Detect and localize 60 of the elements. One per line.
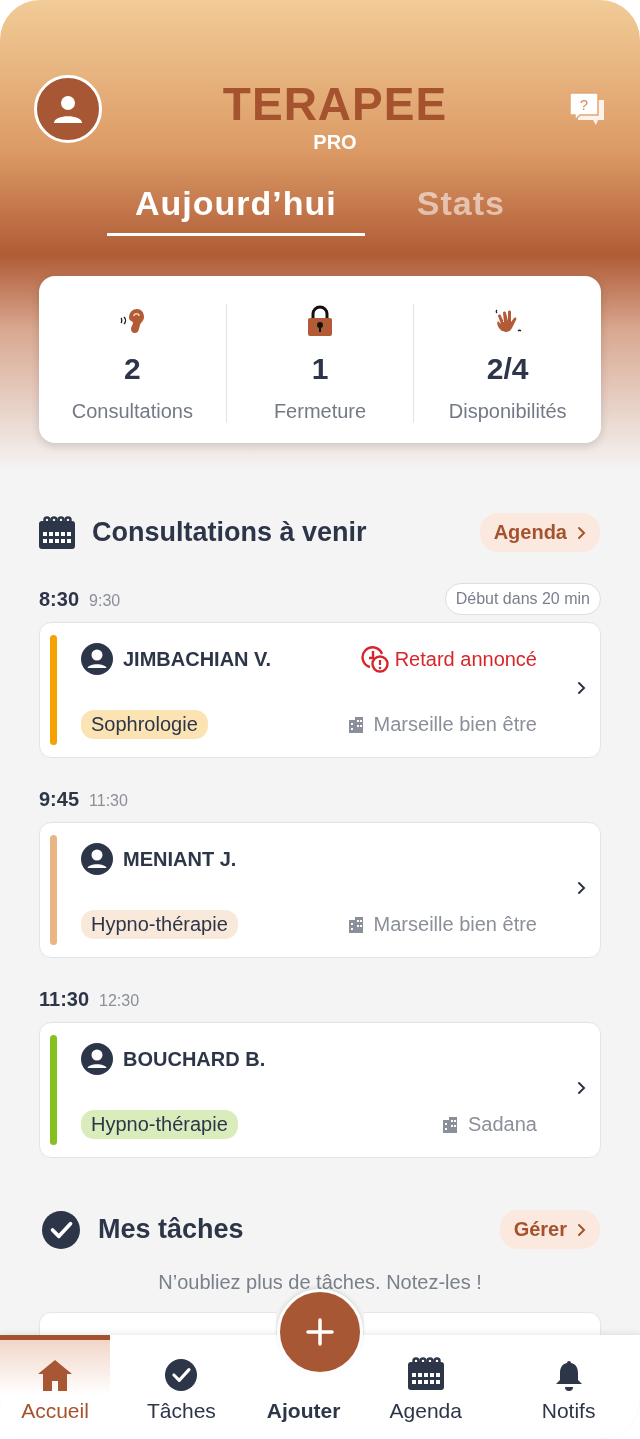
- home-icon: [37, 1359, 73, 1391]
- clock-alert-icon: [360, 645, 389, 673]
- location: Sadana: [468, 1113, 537, 1136]
- appointment-card[interactable]: JIMBACHIAN V. Retard annoncé Sophrologie Marseille bien être: [39, 622, 601, 758]
- start-time: 9:45: [39, 787, 80, 811]
- patient-name: BOUCHARD B.: [123, 1047, 266, 1071]
- bell-icon: [554, 1359, 583, 1391]
- therapy-tag: Hypno-thérapie: [81, 910, 238, 939]
- building-icon: [442, 1116, 459, 1133]
- chevron-icon: [577, 1222, 586, 1237]
- location: Marseille bien être: [373, 913, 537, 936]
- end-time: 12:30: [99, 991, 140, 1010]
- stat-value: 1: [311, 352, 329, 386]
- check-circle-icon: [165, 1359, 198, 1391]
- person-icon: [81, 1043, 113, 1075]
- location: Marseille bien être: [373, 713, 537, 736]
- calendar-icon: [38, 515, 76, 550]
- check-circle-icon: [42, 1210, 80, 1249]
- chevron-icon: [577, 525, 586, 540]
- section-title: Mes tâches: [98, 1214, 244, 1245]
- patient-name: JIMBACHIAN V.: [123, 647, 272, 671]
- nav-tab[interactable]: Tâches: [110, 1335, 253, 1439]
- waving-hand-icon: [493, 307, 522, 335]
- person-icon: [81, 643, 113, 675]
- lock-icon: [307, 305, 333, 337]
- chevron-icon: [577, 1081, 586, 1095]
- end-time: 9:30: [89, 591, 121, 610]
- stat-label: Disponibilités: [448, 400, 567, 423]
- nav-tab[interactable]: Ajouter: [252, 1399, 355, 1423]
- chevron-icon: [577, 881, 586, 895]
- therapy-tag: Sophrologie: [81, 710, 208, 739]
- logo: TERAPEE: [222, 81, 448, 127]
- stat-label: Consultations: [71, 400, 193, 423]
- calendar-icon: [406, 1357, 445, 1391]
- hint-text: N’oubliez plus de tâches. Notez-les !: [157, 1271, 483, 1294]
- section-title: Consultations à venir: [92, 517, 367, 548]
- therapy-tag: Hypno-thérapie: [81, 1110, 238, 1139]
- person-icon: [53, 94, 83, 124]
- plus-icon: [306, 1318, 334, 1346]
- patient-name: MENIANT J.: [123, 847, 237, 871]
- chevron-icon: [577, 681, 586, 695]
- start-time: 8:30: [39, 587, 80, 611]
- stat-label: Fermeture: [273, 400, 367, 423]
- countdown-badge: Début dans 20 min: [444, 583, 601, 615]
- stat-value: 2/4: [486, 352, 529, 386]
- logo-subtitle: PRO: [313, 131, 357, 154]
- building-icon: [347, 916, 364, 933]
- manage-link-button[interactable]: Gérer: [499, 1210, 600, 1249]
- appointment-card[interactable]: MENIANT J. Hypno-thérapie Marseille bien être: [39, 822, 601, 958]
- nav-tab[interactable]: Notifs: [497, 1335, 640, 1439]
- start-time: 11:30: [39, 987, 90, 1011]
- person-icon: [81, 843, 113, 875]
- end-time: 11:30: [89, 791, 128, 810]
- stat-value: 2: [124, 352, 141, 386]
- nav-tab[interactable]: Agenda: [354, 1335, 498, 1439]
- delay-label: Retard annoncé: [394, 647, 537, 671]
- appointment-card[interactable]: BOUCHARD B. Hypno-thérapie Sadana: [39, 1022, 601, 1158]
- nav-tab[interactable]: Accueil: [0, 1335, 110, 1439]
- building-icon: [347, 716, 364, 733]
- agenda-link-button[interactable]: Agenda: [479, 513, 600, 552]
